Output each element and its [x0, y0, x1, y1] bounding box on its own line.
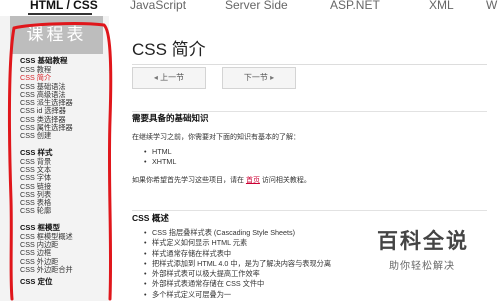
prev-label: 上一节	[160, 73, 185, 82]
list-item: HTML	[144, 147, 176, 158]
overview-heading: CSS 概述	[132, 213, 169, 223]
sidebar-link[interactable]: CSS 外边距合并	[20, 265, 106, 274]
sidebar-section-title: CSS 样式	[20, 147, 53, 157]
sidebar-link[interactable]: CSS 创建	[20, 132, 106, 141]
sidebar-section-title: CSS 基础教程	[20, 56, 68, 65]
list-item: XHTML	[144, 157, 176, 168]
top-nav: HTML / CSS JavaScript Server Side ASP.NE…	[0, 0, 500, 16]
sidebar-link[interactable]: CSS 轮廓	[20, 207, 106, 216]
prereq-text: 在继续学习之前，你需要对下面的知识有基本的了解：	[132, 134, 300, 141]
nav-asp-net[interactable]: ASP.NET	[330, 0, 380, 12]
chevron-right-icon: ▸	[270, 73, 275, 82]
next-button[interactable]: 下一节 ▸	[222, 67, 296, 89]
list-item: 外部样式表可以极大提高工作效率	[144, 269, 331, 280]
prereq-heading: 需要具备的基础知识	[132, 113, 209, 123]
sidebar-content: CSS 基础教程 CSS 教程 CSS 简介 CSS 基础语法 CSS 高级语法…	[20, 57, 106, 287]
list-item: 样式通常存储在样式表中	[144, 249, 331, 260]
nav-html-css[interactable]: HTML / CSS	[30, 0, 98, 12]
list-item: 把样式添加到 HTML 4.0 中，是为了解决内容与表现分离	[144, 259, 331, 270]
home-link[interactable]: 首页	[246, 177, 260, 184]
list-item: 样式定义如何显示 HTML 元素	[144, 238, 331, 249]
page-title: CSS 简介	[132, 40, 206, 59]
sidebar-section-title: CSS 框模型	[20, 222, 61, 232]
watermark: 百科全说 助你轻松解决	[377, 225, 499, 279]
home-text-before: 如果你希望首先学习这些项目，请在	[132, 177, 246, 184]
home-text: 如果你希望首先学习这些项目，请在 首页 访问相关教程。	[132, 175, 311, 185]
prev-button[interactable]: ◂ 上一节	[132, 67, 206, 89]
next-label: 下一节	[243, 73, 268, 82]
chevron-left-icon: ◂	[153, 73, 158, 82]
nav-active-indicator	[28, 13, 92, 15]
sidebar-title: 课程表	[10, 16, 103, 54]
section-divider	[132, 210, 487, 211]
sidebar-section-title: CSS 定位	[20, 277, 53, 287]
nav-server-side[interactable]: Server Side	[225, 0, 288, 12]
watermark-title: 百科全说	[377, 230, 469, 253]
nav-more[interactable]: W	[486, 0, 497, 12]
nav-javascript[interactable]: JavaScript	[130, 0, 186, 12]
list-item: CSS 指层叠样式表 (Cascading Style Sheets)	[144, 228, 331, 239]
prereq-list: HTML XHTML	[144, 147, 176, 168]
list-item: 外部样式表通常存储在 CSS 文件中	[144, 279, 331, 290]
list-item: 多个样式定义可层叠为一	[144, 290, 331, 301]
nav-xml[interactable]: XML	[429, 0, 454, 12]
home-text-after: 访问相关教程。	[259, 177, 311, 184]
watermark-subtitle: 助你轻松解决	[389, 261, 455, 272]
sidebar: 课程表 CSS 基础教程 CSS 教程 CSS 简介 CSS 基础语法 CSS …	[0, 16, 109, 301]
overview-list: CSS 指层叠样式表 (Cascading Style Sheets) 样式定义…	[144, 228, 331, 300]
title-divider	[132, 64, 487, 65]
